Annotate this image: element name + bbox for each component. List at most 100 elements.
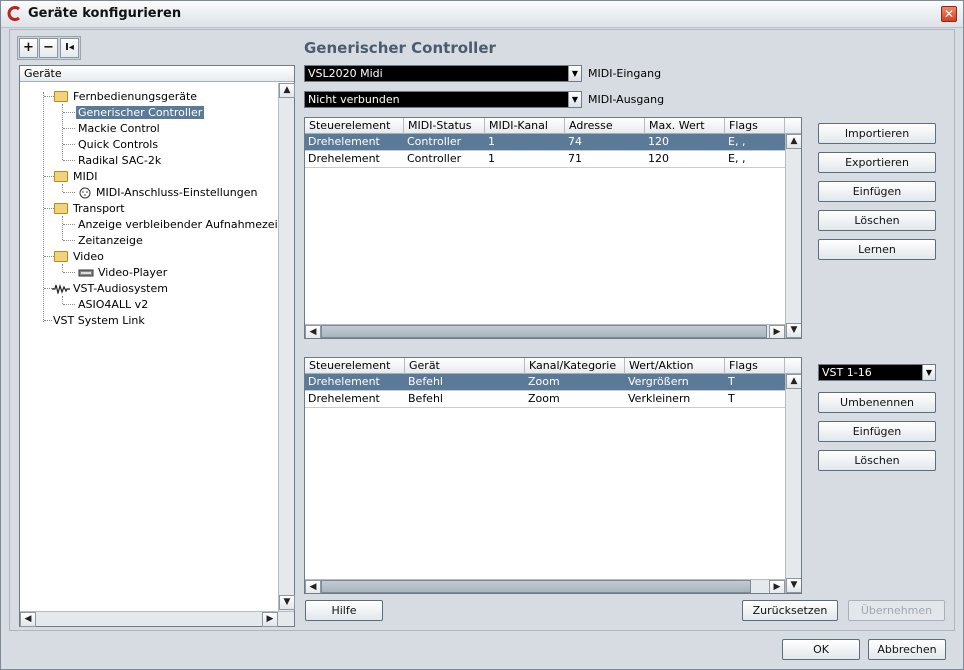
column-header[interactable]: MIDI-Kanal [485,118,565,134]
cubase-logo-icon [7,6,20,21]
column-header[interactable]: Kanal/Kategorie [525,358,625,374]
column-header[interactable]: Steuerelement [305,358,405,374]
table-cell: Drehelement [308,375,380,388]
column-header[interactable]: MIDI-Status [404,118,485,134]
device-tree-header: Geräte [20,66,294,82]
tree-item-radikal[interactable]: Radikal SAC-2k [78,153,161,168]
table-cell: T [728,375,735,388]
panel-title: Generischer Controller [304,39,496,57]
bank-select[interactable]: VST 1-16 ▼ [818,364,936,381]
scroll-down-icon[interactable]: ▼ [279,595,295,610]
ok-button[interactable]: OK [782,639,860,660]
scroll-left-icon[interactable]: ◀ [305,580,321,593]
insert-command-button[interactable]: Einfügen [818,421,936,442]
tree-item-video-player[interactable]: Video-Player [78,265,167,280]
help-button[interactable]: Hilfe [305,600,383,621]
scroll-thumb[interactable] [321,325,767,338]
midi-output-select[interactable]: Nicht verbunden ▼ [304,91,582,108]
scroll-down-icon[interactable]: ▼ [786,578,801,593]
tree-item-remaining-record-time[interactable]: Anzeige verbleibender Aufnahmezeit [78,217,282,232]
scroll-thumb[interactable] [321,580,751,593]
column-header[interactable]: Adresse [565,118,645,134]
delete-command-button[interactable]: Löschen [818,450,936,471]
midi-input-value: VSL2020 Midi [308,67,383,80]
column-header[interactable]: Max. Wert [645,118,725,134]
tree-item-label: Mackie Control [78,122,160,135]
title-bar[interactable]: Geräte konfigurieren ✕ [1,1,963,28]
cancel-button[interactable]: Abbrechen [868,639,946,660]
tree-item-transport[interactable]: Transport [54,201,125,216]
folder-icon [54,250,68,262]
table-cell: 120 [648,135,669,148]
table-row[interactable]: Drehelement Controller 1 74 120 E, , [305,134,785,151]
scroll-right-icon[interactable]: ▶ [769,325,785,338]
tree-item-generic-controller[interactable]: Generischer Controller [76,105,205,120]
tree-item-midi-port-setup[interactable]: MIDI-Anschluss-Einstellungen [78,185,257,200]
reset-button[interactable]: Zurücksetzen [742,600,838,621]
scroll-left-icon[interactable]: ◀ [305,325,321,338]
scroll-right-icon[interactable]: ▶ [262,612,278,627]
table-row[interactable]: Drehelement Befehl Zoom Verkleinern T [305,391,785,408]
tree-item-vst-system-link[interactable]: VST System Link [53,313,145,328]
export-button[interactable]: Exportieren [818,152,936,173]
tree-item-midi[interactable]: MIDI [54,169,97,184]
table-cell: Zoom [528,375,560,388]
table-horizontal-scrollbar[interactable]: ◀ ▶ [305,579,785,593]
close-button[interactable]: ✕ [941,6,957,22]
midi-port-icon [79,187,91,199]
column-header[interactable]: Gerät [405,358,525,374]
table-cell: 1 [488,135,495,148]
folder-icon [54,170,68,182]
add-device-button[interactable]: + [19,38,38,58]
reset-device-button[interactable]: I◂ [60,38,79,58]
scroll-left-icon[interactable]: ◀ [20,612,36,627]
scroll-up-icon[interactable]: ▲ [279,83,295,98]
tree-item-label: Generischer Controller [76,106,205,119]
table-row[interactable]: Drehelement Befehl Zoom Vergrößern T [305,374,785,391]
table-row[interactable]: Drehelement Controller 1 71 120 E, , [305,151,785,168]
rename-button[interactable]: Umbenennen [818,392,936,413]
insert-button[interactable]: Einfügen [818,181,936,202]
tree-horizontal-scrollbar[interactable]: ◀ ▶ [20,611,294,627]
table-cell: Drehelement [308,135,380,148]
tree-item-label: MIDI-Anschluss-Einstellungen [96,186,258,199]
scroll-up-icon[interactable]: ▲ [786,374,801,389]
tree-vertical-scrollbar[interactable]: ▲ ▼ [278,83,295,611]
chevron-down-icon[interactable]: ▼ [568,92,581,107]
tree-item-label: VST System Link [53,314,145,327]
table-vertical-scrollbar[interactable]: ▲ ▼ [785,374,801,593]
tree-item-label: Video-Player [98,266,168,279]
folder-icon [54,90,68,102]
column-header[interactable]: Flags [725,358,785,374]
scroll-up-icon[interactable]: ▲ [786,134,801,149]
tree-item-label: Anzeige verbleibender Aufnahmezeit [78,218,282,231]
tree-item-quick-controls[interactable]: Quick Controls [78,137,158,152]
tree-item-asio4all[interactable]: ASIO4ALL v2 [78,297,148,312]
table-vertical-scrollbar[interactable]: ▲ ▼ [785,134,801,338]
table-cell: Befehl [408,392,443,405]
scroll-down-icon[interactable]: ▼ [786,323,801,338]
tree-item-time-display[interactable]: Zeitanzeige [78,233,143,248]
table-horizontal-scrollbar[interactable]: ◀ ▶ [305,324,785,338]
column-header[interactable]: Steuerelement [305,118,404,134]
table-cell: 1 [488,152,495,165]
chevron-down-icon[interactable]: ▼ [922,365,935,380]
column-header[interactable]: Wert/Aktion [625,358,725,374]
tree-item-remote-devices[interactable]: Fernbedienungsgeräte [54,89,197,104]
remove-device-button[interactable]: − [39,38,58,58]
chevron-down-icon[interactable]: ▼ [568,66,581,81]
tree-item-mackie-control[interactable]: Mackie Control [78,121,160,136]
bank-value: VST 1-16 [822,366,872,379]
import-button[interactable]: Importieren [818,123,936,144]
tree-item-label: Video [73,250,104,263]
scroll-right-icon[interactable]: ▶ [769,580,785,593]
learn-button[interactable]: Lernen [818,239,936,260]
tree-item-video[interactable]: Video [54,249,104,264]
apply-button[interactable]: Übernehmen [848,600,945,621]
table-cell: Verkleinern [628,392,691,405]
tree-item-label: Fernbedienungsgeräte [73,90,198,103]
column-header[interactable]: Flags [725,118,785,134]
midi-input-select[interactable]: VSL2020 Midi ▼ [304,65,582,82]
delete-button[interactable]: Löschen [818,210,936,231]
tree-item-vst-audio-system[interactable]: VST-Audiosystem [52,281,168,296]
